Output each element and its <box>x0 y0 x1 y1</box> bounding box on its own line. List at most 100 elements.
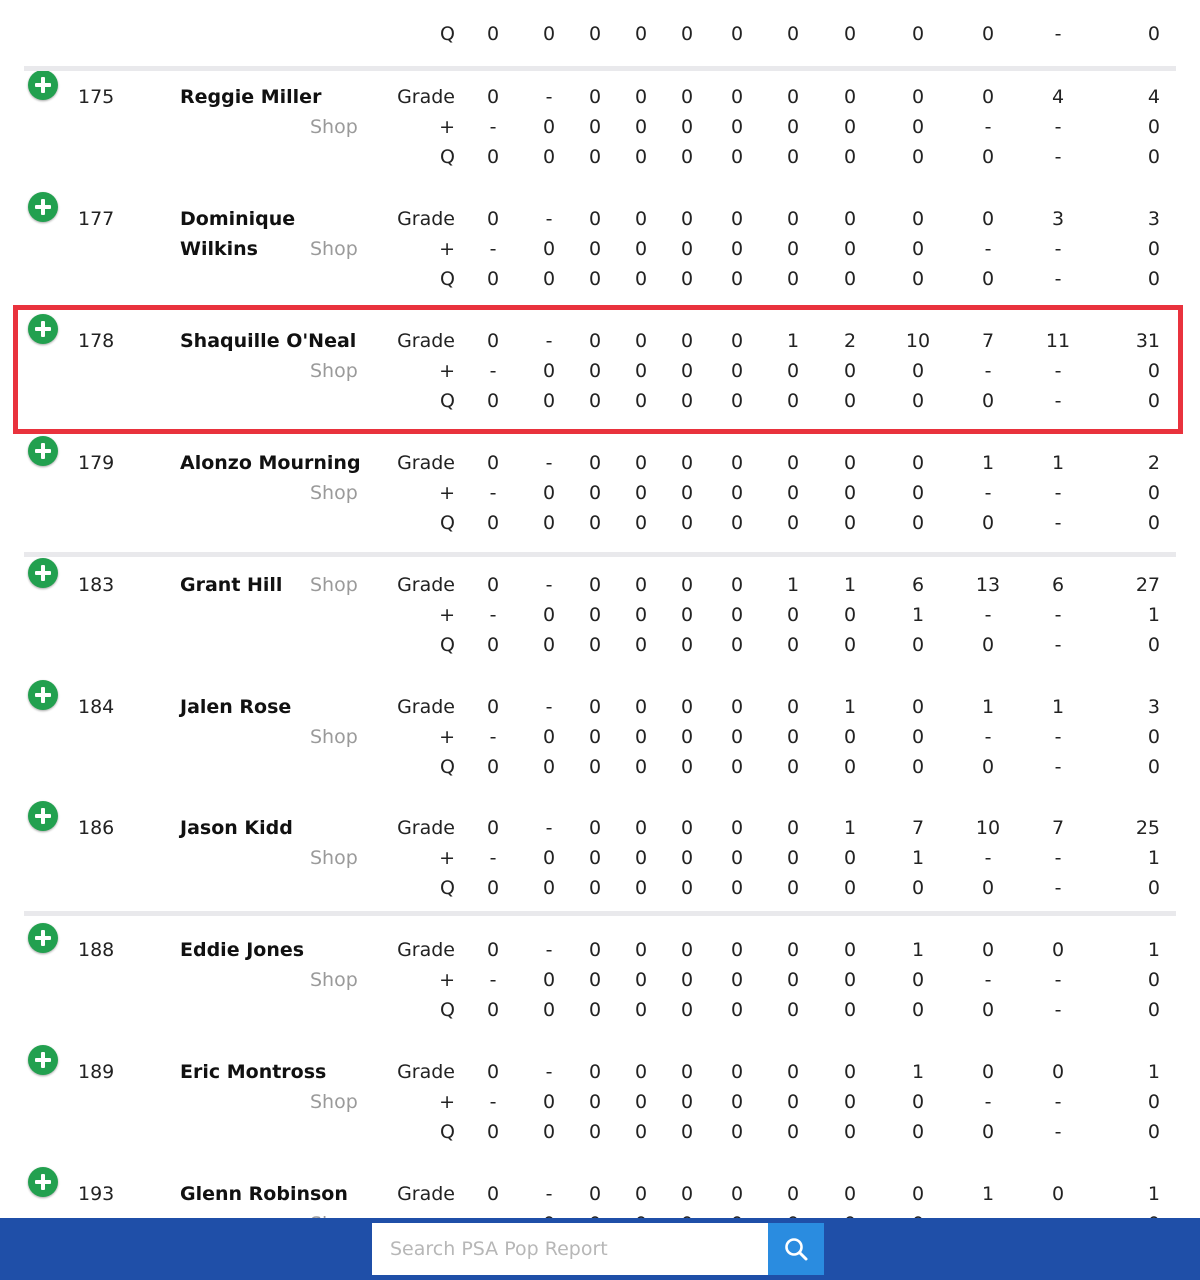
add-icon[interactable] <box>28 1167 58 1197</box>
grade-cell: 0 <box>634 939 648 961</box>
player-name[interactable]: Jason Kidd <box>180 813 365 843</box>
grade-cell: 7 <box>981 330 995 352</box>
add-icon[interactable] <box>28 436 58 466</box>
q-cell: 0 <box>542 268 556 290</box>
plus-cell: - <box>489 726 497 748</box>
shop-link[interactable]: Shop <box>310 1087 358 1117</box>
grade-row-label: Grade <box>397 86 455 108</box>
plus-cell: 0 <box>786 238 800 260</box>
q-cell: 0 <box>1147 23 1160 45</box>
grade-cell: 0 <box>634 208 648 230</box>
grade-cell: 0 <box>786 1061 800 1083</box>
grade-cell: 0 <box>1051 1061 1065 1083</box>
q-cell: 0 <box>911 512 925 534</box>
q-cell: 0 <box>486 756 500 778</box>
add-icon[interactable] <box>28 314 58 344</box>
q-cell: 0 <box>588 23 602 45</box>
plus-cell: 0 <box>1147 1091 1160 1113</box>
grade-cell: 0 <box>486 208 500 230</box>
grade-cell: 0 <box>486 1183 500 1205</box>
player-name[interactable]: Jalen Rose <box>180 692 365 722</box>
q-cell: 0 <box>542 146 556 168</box>
plus-cell: 0 <box>911 726 925 748</box>
plus-cell: 0 <box>588 360 602 382</box>
add-icon[interactable] <box>28 801 58 831</box>
plus-cell: 0 <box>680 604 694 626</box>
q-cell: 0 <box>981 390 995 412</box>
plus-cell: 0 <box>730 238 744 260</box>
grade-cell: 0 <box>588 1061 602 1083</box>
plus-cell: 0 <box>786 1091 800 1113</box>
grade-cell: 0 <box>843 1061 857 1083</box>
add-icon[interactable] <box>28 558 58 588</box>
grade-cell: - <box>545 817 553 839</box>
shop-link[interactable]: Shop <box>310 234 358 264</box>
q-cell: 0 <box>486 999 500 1021</box>
plus-cell: 0 <box>843 847 857 869</box>
player-name[interactable]: Eddie Jones <box>180 935 365 965</box>
q-cell: 0 <box>634 146 648 168</box>
grade-cell: 0 <box>634 86 648 108</box>
q-cell: 0 <box>588 512 602 534</box>
grade-cell: 0 <box>981 1061 995 1083</box>
shop-link[interactable]: Shop <box>310 570 358 600</box>
grade-cell: 0 <box>730 86 744 108</box>
shop-link[interactable]: Shop <box>310 965 358 995</box>
grade-cell: 0 <box>680 1061 694 1083</box>
plus-cell: 0 <box>542 847 556 869</box>
add-icon[interactable] <box>28 192 58 222</box>
q-cell: 0 <box>680 1121 694 1143</box>
shop-link[interactable]: Shop <box>310 356 358 386</box>
grade-row-label: Grade <box>397 939 455 961</box>
player-name[interactable]: Glenn Robinson <box>180 1179 365 1209</box>
q-cell: 0 <box>981 512 995 534</box>
shop-link[interactable]: Shop <box>310 843 358 873</box>
grade-cell: 0 <box>730 1061 744 1083</box>
player-name[interactable]: Reggie Miller <box>180 82 365 112</box>
grade-cell: 1 <box>911 1061 925 1083</box>
grade-cell: 0 <box>588 817 602 839</box>
card-number: 188 <box>78 939 115 961</box>
shop-link[interactable]: Shop <box>310 112 358 142</box>
shop-link[interactable]: Shop <box>310 722 358 752</box>
q-cell: - <box>1054 1121 1062 1143</box>
plus-cell: 0 <box>730 482 744 504</box>
grade-cell: 0 <box>680 574 694 596</box>
row-separator <box>24 552 1176 557</box>
add-icon[interactable] <box>28 680 58 710</box>
add-icon[interactable] <box>28 70 58 100</box>
grade-cell: 0 <box>786 696 800 718</box>
q-cell: 0 <box>588 877 602 899</box>
row-separator <box>24 911 1176 916</box>
card-number: 183 <box>78 574 115 596</box>
plus-cell: - <box>984 116 992 138</box>
plus-cell: - <box>489 604 497 626</box>
grade-cell: 0 <box>486 452 500 474</box>
q-cell: 0 <box>843 1121 857 1143</box>
player-row: 183 Grant Hill Shop Grade 0-0 0 0 0 1 1 6 13 6 27 + -0 0… <box>0 558 1200 670</box>
plus-cell: - <box>984 1091 992 1113</box>
grade-cell: 25 <box>1135 817 1160 839</box>
grade-cell: 0 <box>588 86 602 108</box>
grade-cell: 0 <box>786 86 800 108</box>
search-button[interactable] <box>768 1223 824 1275</box>
player-name[interactable]: Alonzo Mourning <box>180 448 365 478</box>
q-cell: 0 <box>981 1121 995 1143</box>
player-name[interactable]: Eric Montross <box>180 1057 365 1087</box>
player-name[interactable]: Shaquille O'Neal <box>180 326 365 356</box>
shop-link[interactable]: Shop <box>310 478 358 508</box>
add-icon[interactable] <box>28 1045 58 1075</box>
q-cell: 0 <box>680 634 694 656</box>
grade-cell: 1 <box>911 939 925 961</box>
search-input[interactable] <box>372 1223 768 1275</box>
q-cell: 0 <box>588 999 602 1021</box>
grade-row-label: Grade <box>397 208 455 230</box>
add-icon[interactable] <box>28 923 58 953</box>
q-cell: 0 <box>786 268 800 290</box>
grade-cell: 0 <box>486 696 500 718</box>
grade-cell: - <box>545 208 553 230</box>
plus-cell: 0 <box>542 604 556 626</box>
grade-cell: 1 <box>786 330 800 352</box>
plus-cell: 0 <box>843 726 857 748</box>
q-cell: 0 <box>786 999 800 1021</box>
